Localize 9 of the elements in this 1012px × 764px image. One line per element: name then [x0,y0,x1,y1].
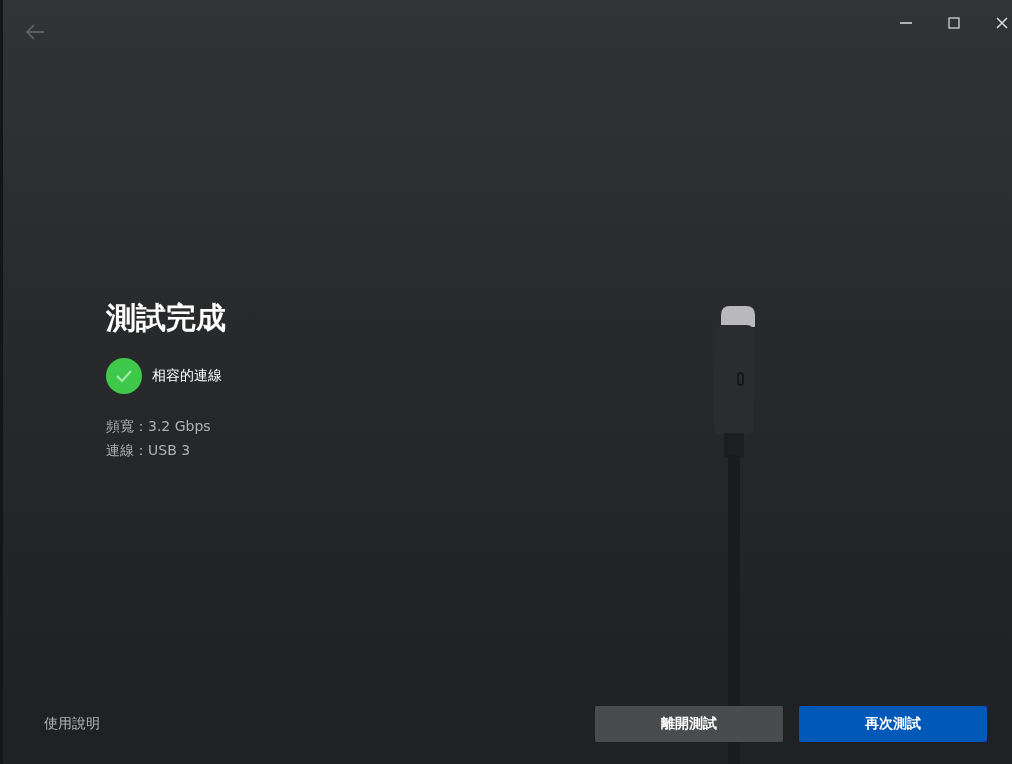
maximize-icon[interactable] [948,17,960,29]
retest-button[interactable]: 再次測試 [799,706,987,742]
status-label: 相容的連線 [152,367,222,385]
close-icon[interactable] [996,17,1008,29]
detail-text: 頻寬：3.2 Gbps [106,417,212,436]
exit-test-button[interactable]: 離開測試 [595,706,783,742]
help-link[interactable]: 使用說明 [44,715,100,733]
result-title: 測試完成 [106,300,226,336]
detail-text: 連線：USB 3 [106,441,192,460]
